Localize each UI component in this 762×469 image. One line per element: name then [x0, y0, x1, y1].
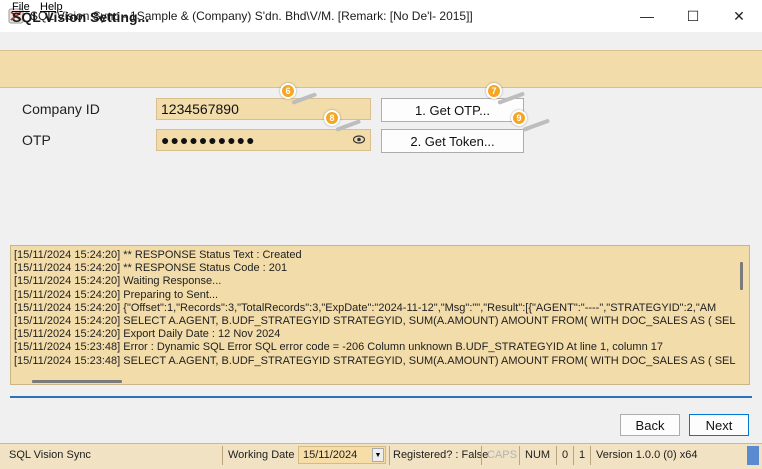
log-lines: [15/11/2024 15:24:20] ** RESPONSE Status…: [14, 249, 736, 368]
annotation-marker: 8: [324, 110, 340, 126]
log-line: [15/11/2024 15:24:20] Preparing to Sent.…: [14, 288, 219, 301]
log-line: [15/11/2024 15:23:48] SELECT A.AGENT, B.…: [14, 354, 736, 367]
header-band: [0, 50, 762, 88]
log-line: [15/11/2024 15:24:20] SELECT A.AGENT, B.…: [14, 315, 736, 328]
log-line: [15/11/2024 15:23:48] Error : Dynamic SQ…: [14, 341, 663, 354]
minimize-button[interactable]: —: [624, 0, 670, 32]
log-line: [15/11/2024 15:24:20] Export Daily Date …: [14, 328, 281, 341]
annotation-marker: 6: [280, 83, 296, 99]
status-divider: [519, 446, 520, 465]
page-title: SQL Vision Setting...: [12, 9, 150, 25]
working-date-label: Working Date :: [228, 449, 301, 461]
registered-status: Registered? : False: [393, 449, 489, 461]
num-indicator: NUM: [525, 449, 551, 461]
close-button[interactable]: ✕: [716, 0, 762, 32]
log-line: [15/11/2024 15:24:20] {"Offset":1,"Recor…: [14, 301, 717, 314]
next-button[interactable]: Next: [689, 414, 749, 436]
back-button[interactable]: Back: [620, 414, 680, 436]
show-password-icon[interactable]: [353, 135, 365, 144]
status-count-one: 1: [579, 449, 586, 461]
log-panel[interactable]: [15/11/2024 15:24:20] ** RESPONSE Status…: [10, 245, 750, 385]
status-divider: [481, 446, 482, 465]
horizontal-scrollbar[interactable]: [32, 380, 122, 383]
chevron-down-icon[interactable]: ▼: [372, 448, 384, 462]
resize-grip-icon[interactable]: [747, 446, 759, 465]
status-divider: [573, 446, 574, 465]
company-id-label: Company ID: [22, 101, 100, 117]
otp-field[interactable]: ●●●●●●●●●●: [156, 129, 371, 151]
working-date-value: 15/11/2024: [303, 449, 358, 461]
menu-bar: [0, 32, 762, 49]
version-label: Version 1.0.0 (0) x64: [596, 449, 698, 461]
otp-label: OTP: [22, 132, 51, 148]
caps-indicator: CAPS: [487, 449, 517, 461]
get-token-button[interactable]: 2. Get Token...: [381, 129, 524, 153]
status-divider: [590, 446, 591, 465]
log-line: [15/11/2024 15:24:20] Waiting Response..…: [14, 275, 222, 288]
status-divider: [389, 446, 390, 465]
vertical-scrollbar[interactable]: [740, 262, 743, 290]
maximize-button[interactable]: ☐: [670, 0, 716, 32]
annotation-marker: 9: [511, 110, 527, 126]
status-app-name: SQL Vision Sync: [9, 449, 91, 461]
status-count-zero: 0: [562, 449, 569, 461]
annotation-marker: 7: [486, 83, 502, 99]
log-line: [15/11/2024 15:24:20] ** RESPONSE Status…: [14, 262, 288, 275]
separator-line: [10, 396, 752, 398]
status-divider: [556, 446, 557, 465]
status-divider: [222, 446, 223, 465]
log-line: [15/11/2024 15:24:20] ** RESPONSE Status…: [14, 249, 302, 261]
